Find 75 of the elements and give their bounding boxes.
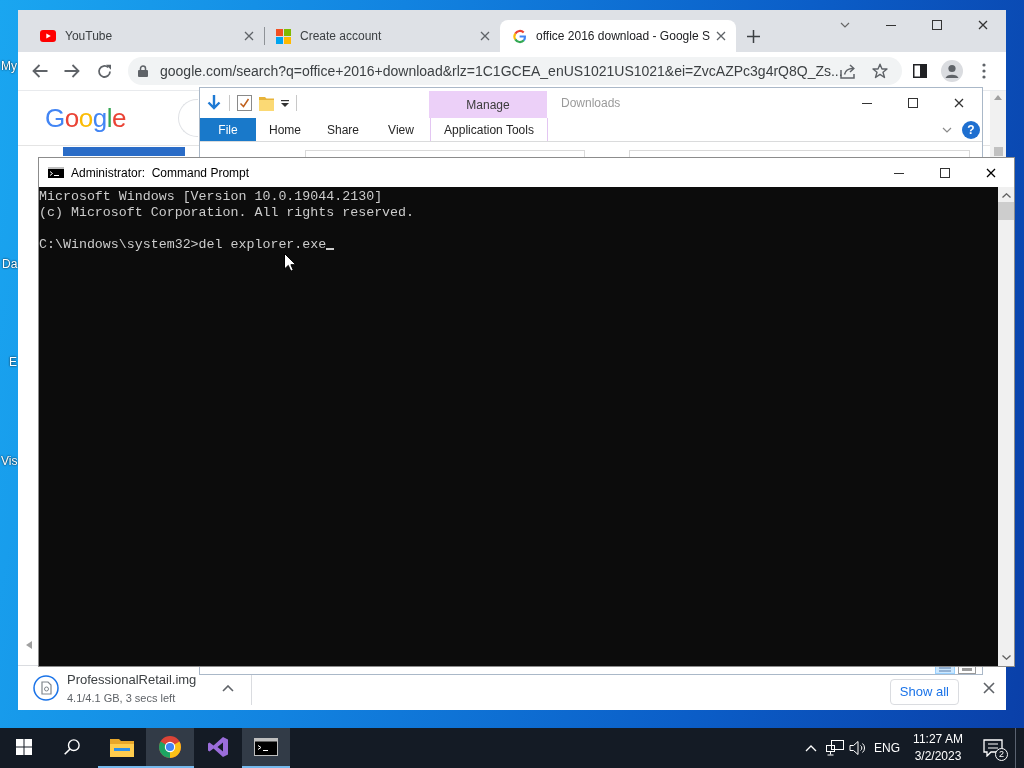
- scrollbar-thumb[interactable]: [998, 202, 1014, 220]
- maximize-icon[interactable]: [932, 20, 942, 30]
- more-menu-icon[interactable]: [982, 63, 986, 79]
- search-icon[interactable]: [64, 739, 80, 755]
- maximize-icon[interactable]: [908, 98, 918, 108]
- console-output-line: (c) Microsoft Corporation. All rights reserved.: [39, 205, 416, 221]
- play-button-icon: [40, 30, 56, 42]
- chevron-down-icon[interactable]: [840, 22, 850, 28]
- image-tile[interactable]: [63, 147, 185, 156]
- plus-icon[interactable]: [747, 29, 760, 43]
- checklist-icon[interactable]: [237, 95, 252, 111]
- context-ribbon-tab[interactable]: Application Tools: [430, 118, 548, 141]
- download-status-text: 4.1/4.1 GB, 3 secs left: [67, 690, 177, 705]
- command-line: C:\Windows\system32>del explorer.exe: [39, 237, 327, 252]
- close-icon[interactable]: [954, 98, 964, 108]
- console-output-line: Microsoft Windows [Version 10.0.19044.2130]: [39, 189, 384, 205]
- chevron-down-icon[interactable]: [942, 126, 952, 133]
- tricolor-circle-icon[interactable]: [158, 735, 182, 759]
- taskbar-app-button[interactable]: [146, 728, 194, 768]
- ribbon-logo-icon[interactable]: [207, 736, 229, 758]
- browser-tab[interactable]: YouTube: [28, 20, 264, 52]
- down-arrow-icon[interactable]: [206, 95, 222, 111]
- minimize-icon[interactable]: [894, 172, 904, 174]
- address-bar[interactable]: google.com/search?q=office+2016+download&rlz=1C1GCEA_enUS1021US1021&ei=ZvcAZPc3g4rQ8Q_Zs...: [128, 57, 902, 85]
- text-cursor-icon: [326, 248, 335, 250]
- reload-icon[interactable]: [96, 63, 112, 79]
- profile-avatar-icon[interactable]: [941, 60, 963, 82]
- language-indicator[interactable]: ENG: [869, 728, 905, 768]
- forward-arrow-icon[interactable]: [64, 64, 80, 78]
- help-button[interactable]: ?: [962, 120, 980, 139]
- speech-bubble-icon: [983, 739, 1003, 757]
- window-title: Downloads: [560, 95, 621, 112]
- browser-tab[interactable]: office 2016 download - Google S: [500, 20, 736, 52]
- ribbon-tab[interactable]: Share: [314, 118, 372, 141]
- show-all-button[interactable]: Show all: [889, 679, 959, 705]
- search-field[interactable]: [629, 150, 970, 157]
- terminal-icon[interactable]: [254, 738, 278, 756]
- star-icon[interactable]: [872, 63, 888, 79]
- volume-icon[interactable]: [849, 740, 867, 756]
- ribbon-tab[interactable]: View: [372, 118, 430, 141]
- notifications-button[interactable]: 2: [971, 728, 1015, 768]
- dropdown-caret-icon[interactable]: [281, 99, 289, 107]
- folder-icon[interactable]: [110, 737, 134, 757]
- window-title: Administrator: Command Prompt: [71, 164, 250, 182]
- ribbon-tab[interactable]: Home: [256, 118, 314, 141]
- minimize-icon[interactable]: [886, 24, 896, 26]
- taskbar-app-button[interactable]: [242, 728, 290, 768]
- mouse-pointer-icon: [284, 253, 296, 272]
- context-tab-header: Manage: [429, 91, 547, 118]
- file-icon[interactable]: [33, 675, 59, 701]
- close-icon[interactable]: [716, 31, 726, 41]
- windows-logo-icon[interactable]: [16, 739, 32, 755]
- caret-up-icon[interactable]: [222, 684, 234, 692]
- terminal-icon: [48, 167, 64, 178]
- clock-date[interactable]: 3/2/2023: [914, 748, 962, 765]
- network-icon[interactable]: [826, 740, 844, 756]
- lock-icon[interactable]: [138, 65, 148, 77]
- share-icon[interactable]: [840, 63, 856, 79]
- minimize-icon[interactable]: [862, 102, 872, 104]
- browser-tab[interactable]: Create account: [264, 20, 500, 52]
- file-menu-tab[interactable]: File: [200, 118, 256, 141]
- four-squares-icon: [276, 28, 291, 44]
- scrollbar-thumb[interactable]: [993, 147, 1003, 156]
- google-logo[interactable]: Google: [45, 103, 126, 133]
- maximize-icon[interactable]: [940, 168, 950, 178]
- address-field[interactable]: [305, 150, 585, 157]
- close-icon[interactable]: [986, 168, 996, 178]
- download-file-name[interactable]: ProfessionalRetail.img: [67, 671, 222, 688]
- clock-time[interactable]: 11:27 AM: [913, 731, 963, 748]
- g-logo-icon: [512, 28, 527, 44]
- close-icon[interactable]: [983, 682, 995, 694]
- back-arrow-icon[interactable]: [32, 64, 48, 78]
- scroll-left-arrow-icon[interactable]: [26, 641, 32, 649]
- side-panel-icon[interactable]: [913, 64, 927, 78]
- close-icon[interactable]: [978, 20, 988, 30]
